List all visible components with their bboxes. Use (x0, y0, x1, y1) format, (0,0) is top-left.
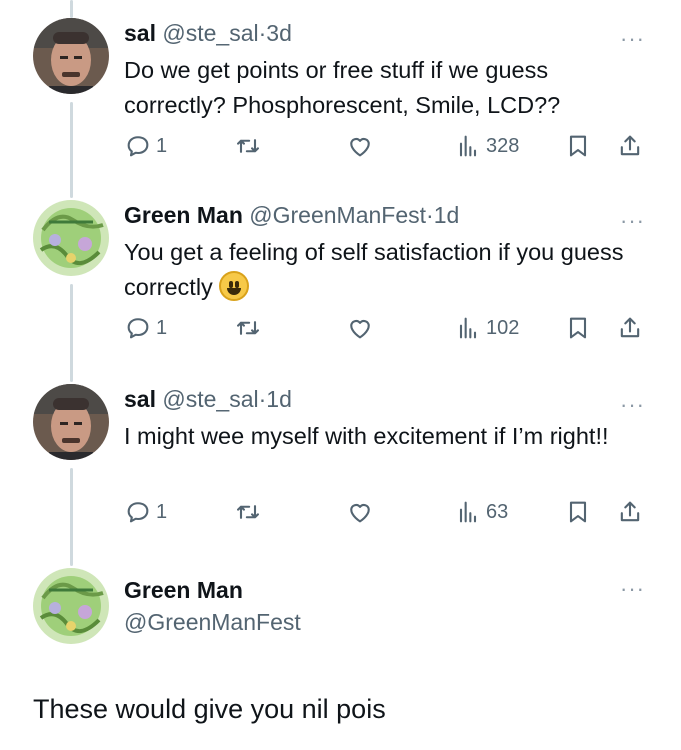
action-bar: 1 63 (124, 498, 654, 528)
thread-line (70, 0, 73, 18)
retweet-icon (237, 505, 259, 519)
retweet-button[interactable] (234, 132, 262, 160)
heart-icon (350, 503, 370, 523)
reply-count: 1 (156, 316, 168, 339)
views-button[interactable]: 63 (454, 498, 508, 526)
author-name[interactable]: Green Man (124, 574, 301, 606)
share-icon (620, 501, 640, 522)
bookmark-button[interactable] (564, 498, 592, 526)
reply-count: 1 (156, 134, 168, 157)
author-name[interactable]: Green Man (124, 202, 243, 228)
view-count: 328 (486, 134, 520, 157)
avatar[interactable] (33, 200, 109, 276)
bookmark-icon (569, 317, 587, 339)
like-button[interactable] (346, 314, 374, 342)
tweet-text: I might wee myself with excitement if I’… (124, 423, 609, 449)
more-icon[interactable]: ··· (620, 576, 645, 602)
reply-icon (127, 136, 149, 157)
author-handle[interactable]: @GreenManFest (124, 606, 301, 638)
tweet-text-content: You get a feeling of self satisfaction i… (124, 239, 624, 300)
retweet-button[interactable] (234, 314, 262, 342)
views-chart-icon (459, 135, 477, 157)
reply-icon (127, 318, 149, 339)
heart-icon (350, 137, 370, 157)
author-handle[interactable]: @ste_sal (162, 386, 258, 412)
smiling-face-emoji (218, 271, 249, 301)
bookmark-icon (569, 135, 587, 157)
thread-line (70, 284, 73, 382)
reply-button[interactable]: 1 (124, 132, 167, 160)
more-icon[interactable]: ··· (620, 208, 645, 234)
bookmark-button[interactable] (564, 132, 592, 160)
avatar[interactable] (33, 18, 109, 94)
reply-icon (127, 502, 149, 523)
author-name[interactable]: sal (124, 386, 156, 412)
more-icon[interactable]: ··· (620, 392, 645, 418)
view-count: 63 (486, 500, 509, 523)
views-chart-icon (459, 317, 477, 339)
bookmark-button[interactable] (564, 314, 592, 342)
timestamp[interactable]: 1d (266, 386, 292, 412)
like-button[interactable] (346, 132, 374, 160)
tweet-header: sal @ste_sal·3d (124, 18, 292, 48)
heart-icon (350, 319, 370, 339)
tweet-text: You get a feeling of self satisfaction i… (124, 235, 644, 305)
main-tweet-text: These would give you nil pois (33, 694, 386, 724)
retweet-button[interactable] (234, 498, 262, 526)
bookmark-icon (569, 501, 587, 523)
separator-dot: · (426, 202, 434, 228)
reply-button[interactable]: 1 (124, 314, 167, 342)
share-icon (620, 317, 640, 338)
tweet-header: sal @ste_sal·1d (124, 384, 292, 414)
author-name[interactable]: sal (124, 20, 156, 46)
like-button[interactable] (346, 498, 374, 526)
timestamp[interactable]: 3d (266, 20, 292, 46)
action-bar: 1 102 (124, 314, 654, 344)
reply-count: 1 (156, 500, 168, 523)
tweet-text: Do we get points or free stuff if we gue… (124, 57, 561, 118)
author-handle[interactable]: @GreenManFest (249, 202, 426, 228)
avatar[interactable] (33, 384, 109, 460)
thread-line (70, 468, 73, 566)
view-count: 102 (486, 316, 520, 339)
views-button[interactable]: 328 (454, 132, 519, 160)
share-button[interactable] (616, 498, 644, 526)
action-bar: 1 328 (124, 132, 654, 162)
share-icon (620, 135, 640, 156)
views-button[interactable]: 102 (454, 314, 519, 342)
thread-line (70, 102, 73, 198)
more-icon[interactable]: ··· (620, 26, 645, 52)
views-chart-icon (459, 501, 477, 523)
retweet-icon (237, 139, 259, 153)
main-tweet-author: Green Man @GreenManFest (124, 574, 301, 638)
share-button[interactable] (616, 314, 644, 342)
retweet-icon (237, 321, 259, 335)
share-button[interactable] (616, 132, 644, 160)
avatar[interactable] (33, 568, 109, 644)
reply-button[interactable]: 1 (124, 498, 167, 526)
author-handle[interactable]: @ste_sal (162, 20, 258, 46)
timestamp[interactable]: 1d (434, 202, 460, 228)
tweet-header: Green Man @GreenManFest·1d (124, 200, 459, 230)
